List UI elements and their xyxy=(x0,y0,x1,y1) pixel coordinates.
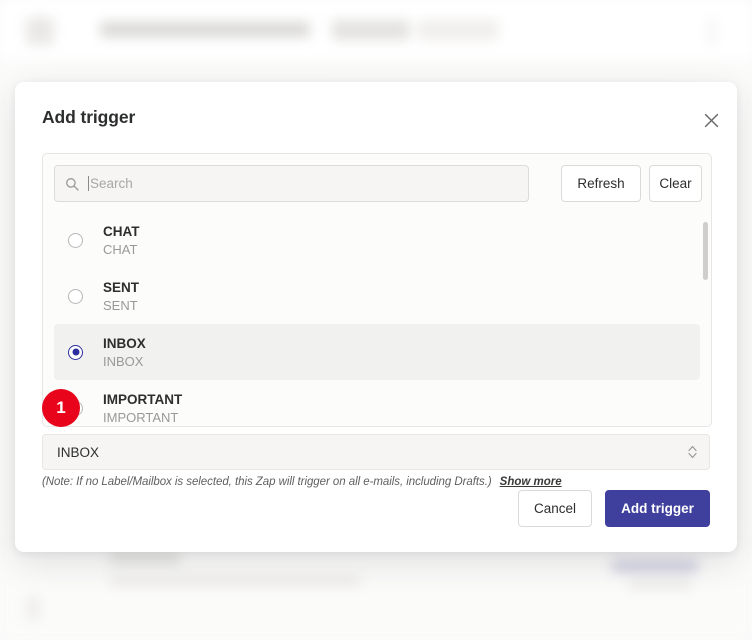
text-caret xyxy=(88,176,89,191)
list-item[interactable]: SENT SENT xyxy=(54,268,700,324)
radio-icon-selected[interactable] xyxy=(68,344,83,360)
background-lower-row-secondary xyxy=(110,576,360,586)
background-page-title xyxy=(100,22,310,37)
trigger-options-panel: Search Refresh Clear CHAT CHAT SENT SENT xyxy=(42,153,712,427)
option-sublabel: IMPORTANT xyxy=(103,409,179,425)
search-icon xyxy=(66,177,79,191)
background-lower-right-row xyxy=(612,560,698,572)
list-scrollbar-thumb[interactable] xyxy=(703,222,708,280)
search-row: Search Refresh Clear xyxy=(43,154,711,212)
option-sublabel: INBOX xyxy=(103,353,144,369)
radio-icon[interactable] xyxy=(68,232,83,248)
option-label: IMPORTANT xyxy=(103,391,183,407)
option-sublabel: CHAT xyxy=(103,241,138,257)
modal-header: Add trigger xyxy=(15,82,737,140)
clear-button[interactable]: Clear xyxy=(649,165,702,202)
refresh-button[interactable]: Refresh xyxy=(561,165,641,202)
search-input[interactable]: Search xyxy=(54,165,529,202)
helper-note: (Note: If no Label/Mailbox is selected, … xyxy=(42,476,710,488)
show-more-link[interactable]: Show more xyxy=(500,476,562,488)
radio-icon[interactable] xyxy=(68,288,83,304)
close-icon[interactable] xyxy=(699,108,723,132)
label-mailbox-select-value: INBOX xyxy=(57,444,100,460)
background-pill-a xyxy=(332,20,410,40)
background-lower-right-row-secondary xyxy=(628,580,692,589)
chevron-updown-icon xyxy=(688,445,697,459)
add-trigger-modal: Add trigger Search Refresh Clear CHAT CH… xyxy=(15,82,737,552)
background-app-icon xyxy=(26,17,54,45)
option-label: SENT xyxy=(103,279,140,295)
background-lower-row xyxy=(110,552,180,564)
add-trigger-button[interactable]: Add trigger xyxy=(605,490,710,527)
option-sublabel: SENT xyxy=(103,297,138,313)
background-side-marker xyxy=(28,596,38,620)
step-badge: 1 xyxy=(42,389,80,427)
helper-note-text: (Note: If no Label/Mailbox is selected, … xyxy=(42,476,492,488)
option-label: INBOX xyxy=(103,335,146,351)
background-pill-b xyxy=(418,20,498,40)
list-item[interactable]: CHAT CHAT xyxy=(54,212,700,268)
background-right-marker xyxy=(710,16,714,46)
option-label: CHAT xyxy=(103,223,140,239)
search-placeholder: Search xyxy=(90,176,133,191)
list-item[interactable]: IMPORTANT IMPORTANT xyxy=(54,380,700,426)
page-title: Add trigger xyxy=(42,107,136,127)
list-item-selected[interactable]: INBOX INBOX xyxy=(54,324,700,380)
label-mailbox-select[interactable]: INBOX xyxy=(42,434,710,470)
options-list[interactable]: CHAT CHAT SENT SENT INBOX INBOX IMPORTAN… xyxy=(43,212,711,426)
cancel-button[interactable]: Cancel xyxy=(518,490,592,527)
